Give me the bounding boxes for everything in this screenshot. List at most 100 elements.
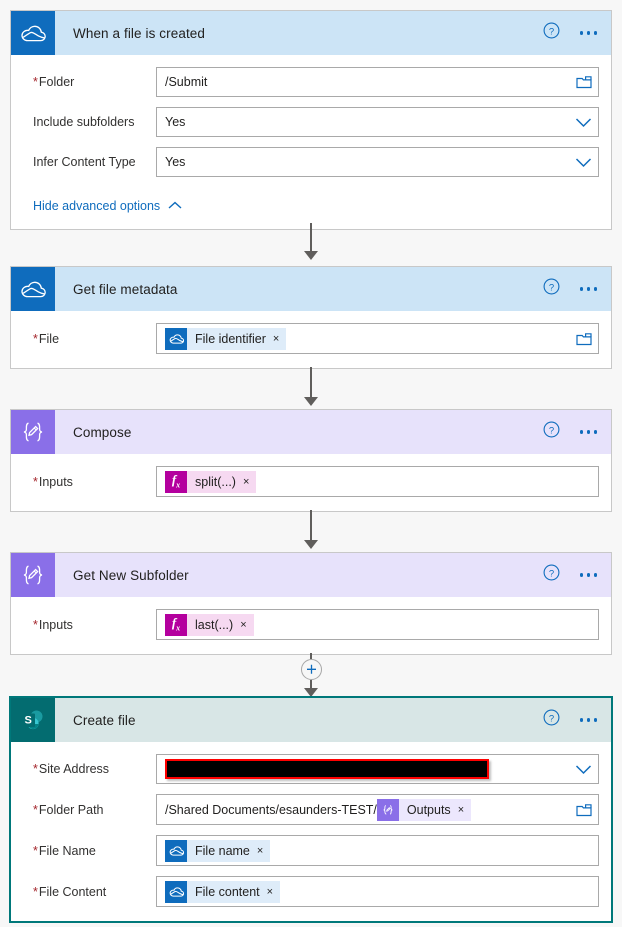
form-row-inputs: *Inputs fx last(...) ×: [23, 609, 599, 640]
compose-braces-pencil-icon: [11, 410, 55, 454]
form-row-infer-content-type: Infer Content Type Yes: [23, 147, 599, 177]
chevron-down-icon[interactable]: [569, 117, 592, 128]
flow-designer-canvas: When a file is created ? *Folder /Submit: [0, 0, 622, 927]
token-last-expression[interactable]: fx last(...) ×: [165, 613, 254, 636]
onedrive-cloud-icon: [165, 327, 187, 350]
field-label: *Folder: [33, 75, 75, 89]
token-file-content[interactable]: File content ×: [165, 880, 281, 903]
card-header[interactable]: Get file metadata ?: [11, 267, 611, 311]
token-remove-icon[interactable]: ×: [240, 619, 246, 631]
flow-step-card-get-file-metadata[interactable]: Get file metadata ? *File File identifie…: [10, 266, 612, 369]
token-remove-icon[interactable]: ×: [458, 804, 464, 816]
card-header[interactable]: Compose ?: [11, 410, 611, 454]
token-remove-icon[interactable]: ×: [243, 476, 249, 488]
required-asterisk: *: [33, 802, 38, 817]
field-label: *File Name: [33, 843, 96, 858]
form-row-folder: *Folder /Submit: [23, 67, 599, 97]
required-asterisk: *: [33, 884, 38, 899]
card-title: When a file is created: [73, 25, 206, 41]
help-circle-icon[interactable]: ?: [543, 22, 560, 44]
folder-picker-icon[interactable]: [570, 75, 592, 89]
inputs-field[interactable]: fx last(...) ×: [156, 609, 599, 640]
flow-step-card-trigger[interactable]: When a file is created ? *Folder /Submit: [10, 10, 612, 230]
card-header[interactable]: Get New Subfolder ?: [11, 553, 611, 597]
flow-step-card-compose[interactable]: Compose ? *Inputs fx split(...) ×: [10, 409, 612, 512]
token-file-identifier[interactable]: File identifier ×: [165, 327, 287, 350]
folder-input[interactable]: /Submit: [156, 67, 599, 97]
form-row-folder-path: *Folder Path /Shared Documents/esaunders…: [23, 794, 599, 825]
flow-connector: [0, 367, 622, 406]
infer-content-type-value: Yes: [165, 155, 186, 169]
flow-step-card-get-new-subfolder[interactable]: Get New Subfolder ? *Inputs fx last(...)…: [10, 552, 612, 655]
help-circle-icon[interactable]: ?: [543, 421, 560, 443]
inputs-field[interactable]: fx split(...) ×: [156, 466, 599, 497]
svg-text:S: S: [25, 715, 32, 727]
ellipsis-icon[interactable]: [578, 25, 600, 41]
compose-braces-pencil-icon: [11, 553, 55, 597]
folder-picker-icon[interactable]: [570, 332, 592, 346]
redacted-value-overlay: [165, 759, 489, 779]
card-header[interactable]: When a file is created ?: [11, 11, 611, 55]
include-subfolders-value: Yes: [165, 115, 186, 129]
token-outputs[interactable]: Outputs ×: [376, 798, 472, 821]
help-circle-icon[interactable]: ?: [543, 709, 560, 731]
card-body: *Folder /Submit Include subfolders Yes I…: [11, 55, 611, 229]
ellipsis-icon[interactable]: [578, 567, 600, 583]
folder-path-input[interactable]: /Shared Documents/esaunders-TEST/ Output…: [156, 794, 599, 825]
folder-picker-icon[interactable]: [570, 803, 592, 817]
card-header-actions: ?: [543, 410, 600, 454]
form-row-file-content: *File Content File content ×: [23, 876, 599, 907]
folder-path-text: /Shared Documents/esaunders-TEST/: [165, 802, 377, 817]
help-circle-icon[interactable]: ?: [543, 278, 560, 300]
site-address-select[interactable]: [156, 754, 599, 784]
token-split-expression[interactable]: fx split(...) ×: [165, 470, 257, 493]
flow-connector: [0, 510, 622, 549]
token-remove-icon[interactable]: ×: [273, 333, 279, 345]
card-body: *Inputs fx last(...) ×: [11, 597, 611, 654]
include-subfolders-select[interactable]: Yes: [156, 107, 599, 137]
token-label: File content ×: [187, 880, 281, 903]
insert-step-button[interactable]: [300, 659, 322, 680]
required-asterisk: *: [33, 762, 38, 776]
card-title: Get New Subfolder: [73, 567, 189, 583]
folder-input-value: /Submit: [165, 75, 208, 89]
required-asterisk: *: [33, 75, 38, 89]
token-label: Outputs ×: [398, 798, 472, 821]
field-label: Infer Content Type: [33, 155, 136, 169]
hide-advanced-options-label: Hide advanced options: [33, 199, 161, 213]
form-row-file: *File File identifier ×: [23, 323, 599, 354]
field-label: *Site Address: [33, 762, 110, 776]
svg-text:?: ?: [548, 713, 553, 724]
ellipsis-icon[interactable]: [578, 424, 600, 440]
flow-step-card-create-file[interactable]: S Create file ? *Site Address *Folder Pa…: [9, 696, 613, 923]
field-label: *File Content: [33, 884, 107, 899]
token-remove-icon[interactable]: ×: [267, 886, 273, 898]
onedrive-cloud-icon: [11, 267, 55, 311]
svg-text:?: ?: [548, 568, 553, 579]
form-row-site-address: *Site Address: [23, 754, 599, 784]
hide-advanced-options-link[interactable]: Hide advanced options: [23, 199, 182, 213]
card-header-actions: ?: [543, 698, 600, 742]
token-label: last(...) ×: [187, 613, 254, 636]
form-row-file-name: *File Name File name ×: [23, 835, 599, 866]
svg-text:?: ?: [548, 425, 553, 436]
form-row-inputs: *Inputs fx split(...) ×: [23, 466, 599, 497]
required-asterisk: *: [33, 331, 38, 346]
sharepoint-icon: S: [11, 698, 55, 742]
file-name-input[interactable]: File name ×: [156, 835, 599, 866]
chevron-up-icon: [168, 199, 182, 213]
file-content-input[interactable]: File content ×: [156, 876, 599, 907]
help-circle-icon[interactable]: ?: [543, 564, 560, 586]
function-fx-icon: fx: [165, 470, 187, 493]
file-input[interactable]: File identifier ×: [156, 323, 599, 354]
ellipsis-icon[interactable]: [578, 281, 600, 297]
token-remove-icon[interactable]: ×: [257, 845, 263, 857]
card-header[interactable]: S Create file ?: [11, 698, 611, 742]
chevron-down-icon[interactable]: [569, 157, 592, 168]
token-file-name[interactable]: File name ×: [165, 839, 271, 862]
ellipsis-icon[interactable]: [578, 712, 600, 728]
token-label: split(...) ×: [187, 470, 257, 493]
chevron-down-icon[interactable]: [569, 764, 592, 775]
card-title: Get file metadata: [73, 281, 178, 297]
infer-content-type-select[interactable]: Yes: [156, 147, 599, 177]
